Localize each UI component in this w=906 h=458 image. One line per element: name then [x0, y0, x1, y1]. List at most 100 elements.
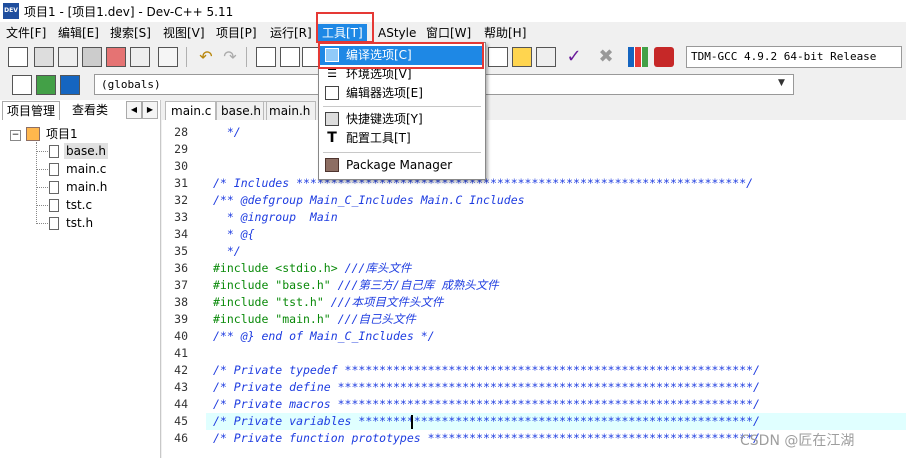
layout-icon[interactable]	[512, 47, 532, 67]
editor-tab-main-h[interactable]: main.h	[263, 101, 317, 120]
code-line: * @ingroup Main	[213, 209, 338, 226]
code-line: /* Private variables *******************…	[213, 413, 760, 430]
tree-guide	[36, 142, 37, 224]
code-text: #include "tst.h"	[213, 295, 331, 309]
line-number: 39	[174, 312, 188, 326]
add-to-project-icon[interactable]	[12, 75, 32, 95]
line-number: 44	[174, 397, 188, 411]
code-text: #include "base.h"	[213, 278, 338, 292]
code-text: /** @} end of Main_C_Includes */	[213, 329, 435, 343]
configure-tools-icon: T	[327, 130, 337, 146]
menu-astyle[interactable]: AStyle	[374, 24, 420, 42]
inline-comment: ///本项目文件头文件	[330, 295, 444, 309]
menu-item-configure-tools[interactable]: T 配置工具[T]	[320, 129, 484, 148]
tab-scroll-right-icon[interactable]: ▶	[142, 101, 158, 119]
code-text: /* Private define **********************…	[213, 380, 760, 394]
collapse-icon[interactable]: −	[10, 130, 21, 141]
menu-item-label: 编辑器选项[E]	[346, 86, 423, 100]
code-text: /* Private function prototypes *********…	[213, 431, 760, 445]
tab-scroll-left-icon[interactable]: ◀	[126, 101, 142, 119]
find-icon[interactable]	[256, 47, 276, 67]
save-all-icon[interactable]	[82, 47, 102, 67]
tree-file-tst-c[interactable]: tst.c	[66, 197, 92, 213]
code-text: /** @defgroup Main_C_Includes Main.C Inc…	[213, 193, 525, 207]
project-node[interactable]: 项目1	[46, 126, 78, 142]
compile-options-highlight-box	[318, 42, 484, 69]
menu-project[interactable]: 项目[P]	[212, 24, 261, 42]
inline-comment: ///自己头文件	[337, 312, 416, 326]
menu-search[interactable]: 搜索[S]	[106, 24, 155, 42]
line-number: 46	[174, 431, 188, 445]
file-icon	[49, 199, 59, 212]
menu-file[interactable]: 文件[F]	[2, 24, 50, 42]
line-number: 41	[174, 346, 188, 360]
delete-icon[interactable]	[654, 47, 674, 67]
stop-icon[interactable]: ✖	[596, 47, 616, 67]
tree-file-main-c[interactable]: main.c	[66, 161, 106, 177]
line-number: 37	[174, 278, 188, 292]
menu-view[interactable]: 视图[V]	[159, 24, 209, 42]
code-line: /** @} end of Main_C_Includes */	[213, 328, 435, 345]
tree-file-main-h[interactable]: main.h	[66, 179, 107, 195]
menu-item-shortcut-options[interactable]: 快捷键选项[Y]	[320, 110, 484, 129]
code-text: /* Private macros **********************…	[213, 397, 760, 411]
compiler-select[interactable]: TDM-GCC 4.9.2 64-bit Release	[686, 46, 902, 68]
code-line: /** @defgroup Main_C_Includes Main.C Inc…	[213, 192, 525, 209]
redo-icon[interactable]: ↷	[220, 47, 240, 67]
file-icon	[49, 145, 59, 158]
code-text: /* Private typedef *********************…	[213, 363, 760, 377]
file-icon	[49, 217, 59, 230]
replace-icon[interactable]	[280, 47, 300, 67]
new-file-icon[interactable]	[8, 47, 28, 67]
menu-item-editor-options[interactable]: 编辑器选项[E]	[320, 84, 484, 103]
save-icon[interactable]	[58, 47, 78, 67]
menu-item-package-manager[interactable]: Package Manager	[320, 156, 484, 175]
print-icon[interactable]	[158, 47, 178, 67]
code-line: #include "base.h" ///第三方/自己库 成熟头文件	[213, 277, 499, 294]
import-icon[interactable]	[36, 75, 56, 95]
menu-separator	[323, 106, 481, 107]
editor-tab-base-h[interactable]: base.h	[215, 101, 268, 120]
tree-guide	[36, 187, 48, 188]
open-file-icon[interactable]	[34, 47, 54, 67]
tree-file-base-h[interactable]: base.h	[64, 143, 109, 159]
line-number: 38	[174, 295, 188, 309]
chevron-down-icon[interactable]: ▼	[778, 78, 785, 88]
check-syntax-icon[interactable]: ✓	[564, 47, 584, 67]
tools-menu-highlight-box	[316, 12, 374, 43]
toggle-view-icon[interactable]	[488, 47, 508, 67]
menu-run[interactable]: 运行[R]	[266, 24, 316, 42]
code-line: * @{	[213, 226, 255, 243]
menu-bar: 文件[F] 编辑[E] 搜索[S] 视图[V] 项目[P] 运行[R] 工具[T…	[0, 22, 906, 43]
undo-icon[interactable]: ↶	[196, 47, 216, 67]
menu-window[interactable]: 窗口[W]	[422, 24, 475, 42]
code-line: /* Private macros **********************…	[213, 396, 760, 413]
line-number: 45	[174, 414, 188, 428]
close-all-icon[interactable]	[130, 47, 150, 67]
menu-separator	[323, 152, 481, 153]
code-text: #include <stdio.h>	[213, 261, 345, 275]
menu-item-label: 配置工具[T]	[346, 131, 411, 145]
menu-edit[interactable]: 编辑[E]	[54, 24, 103, 42]
app-icon: DEV	[3, 3, 19, 19]
line-number: 32	[174, 193, 188, 207]
project-options-icon[interactable]	[60, 75, 80, 95]
tree-guide	[36, 151, 48, 152]
tab-project-manager[interactable]: 项目管理	[2, 101, 61, 120]
file-icon	[49, 181, 59, 194]
menu-help[interactable]: 帮助[H]	[480, 24, 530, 42]
chart-icon[interactable]	[628, 47, 648, 67]
close-file-icon[interactable]	[106, 47, 126, 67]
environment-options-icon: ☰	[327, 67, 337, 80]
line-number: 35	[174, 244, 188, 258]
editor-tab-main-c[interactable]: main.c	[165, 101, 218, 120]
code-line: */	[213, 243, 241, 260]
tab-class-view[interactable]: 查看类	[68, 101, 112, 119]
watermark: CSDN @匠在江湖	[740, 433, 855, 449]
line-number: 34	[174, 227, 188, 241]
window-title: 项目1 - [项目1.dev] - Dev-C++ 5.11	[24, 5, 234, 19]
code-line: #include "tst.h" ///本项目文件头文件	[213, 294, 443, 311]
tree-file-tst-h[interactable]: tst.h	[66, 215, 93, 231]
grid-icon[interactable]	[536, 47, 556, 67]
inline-comment: ///库头文件	[344, 261, 412, 275]
